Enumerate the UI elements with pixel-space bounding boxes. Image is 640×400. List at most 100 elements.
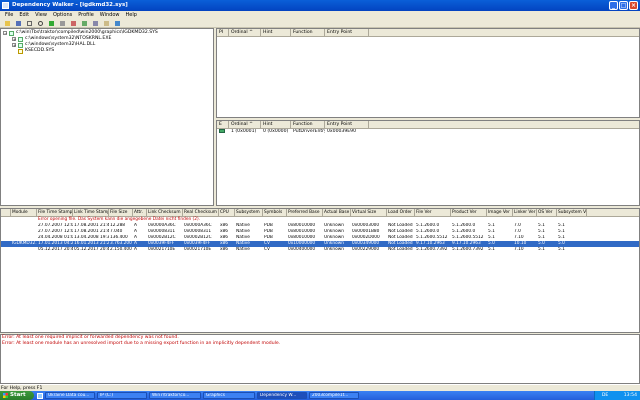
clock[interactable]: 13:54 [624, 393, 637, 398]
column-header[interactable]: Actual Base [323, 209, 351, 216]
expand-toggle-icon[interactable]: + [12, 37, 16, 42]
column-header[interactable]: PI [217, 29, 229, 36]
taskbar-button-active[interactable]: Dependency W... [257, 392, 307, 399]
module-cell: Not Loaded [388, 247, 413, 252]
column-header[interactable]: Subsystem Ver [557, 209, 587, 216]
collapse-all-button[interactable] [90, 19, 100, 28]
title-bar[interactable]: Dependency Walker - [igdkmd32.sys] _ □ × [0, 0, 640, 11]
module-icon [9, 30, 14, 36]
path-icon [59, 20, 65, 26]
taskbar-button[interactable]: 2003compile1t... [309, 392, 359, 399]
quick-launch-icon[interactable] [37, 392, 43, 399]
app-icon [2, 2, 9, 9]
column-header[interactable]: Subsystem [235, 209, 263, 216]
export-function-icon [219, 129, 225, 133]
module-cell: 5.1 [538, 247, 545, 252]
taskbar-button[interactable]: Graphics [203, 392, 255, 399]
module-cell: 0x00229000 [352, 247, 380, 252]
collapse-toggle-icon[interactable]: − [3, 31, 7, 36]
tree-icon [81, 20, 87, 26]
column-header[interactable]: File Size [109, 209, 133, 216]
play-icon [48, 20, 54, 26]
copy-icon [26, 20, 32, 26]
log-window[interactable]: Error: At least one required implicit or… [0, 334, 640, 384]
column-header[interactable]: Virtual Size [351, 209, 387, 216]
help-button[interactable] [112, 19, 122, 28]
toolbar [0, 19, 640, 28]
properties-button[interactable] [101, 19, 111, 28]
column-header[interactable]: Ordinal ^ [229, 121, 261, 128]
column-header[interactable]: Function [291, 121, 325, 128]
column-header[interactable]: Module [11, 209, 37, 216]
column-header[interactable]: Product Ver [451, 209, 487, 216]
column-header[interactable]: File Time Stamp [37, 209, 73, 216]
module-cell: CV [264, 247, 270, 252]
menu-help[interactable]: Help [123, 11, 140, 19]
taskbar-button[interactable]: IP (C:) [97, 392, 147, 399]
module-row[interactable]: 05.12.2017 20:45 05.12.2017 20:45 2.150.40… [1, 247, 639, 253]
windows-flag-icon [3, 393, 8, 398]
column-header[interactable]: Entry Point [325, 29, 369, 36]
save-button[interactable] [13, 19, 23, 28]
parent-imports-list[interactable]: PI Ordinal ^ Hint Function Entry Point [216, 28, 640, 118]
undecorate-button[interactable] [68, 19, 78, 28]
column-header[interactable]: Preferred Base [287, 209, 323, 216]
module-cell: Unknown [324, 247, 344, 252]
column-header[interactable]: Attr. [133, 209, 147, 216]
taskbar: Start Ukraine Data cou... IP (C:) Win7\t… [0, 391, 640, 400]
view-full-paths-button[interactable] [57, 19, 67, 28]
export-cell: 0x00039E90 [327, 129, 357, 134]
column-header[interactable]: E [217, 121, 229, 128]
exports-header: E Ordinal ^ Hint Function Entry Point [217, 121, 639, 129]
export-cell: PutDriverEntry [293, 129, 325, 134]
column-header[interactable]: OS Ver [537, 209, 557, 216]
collapse-icon [92, 20, 98, 26]
dependency-tree[interactable]: − c:\win\Tbs\traktor\compiled\win2000\gr… [0, 28, 214, 206]
module-cell: 05.12.2017 20:45 [38, 247, 73, 252]
copy-button[interactable] [24, 19, 34, 28]
column-header[interactable]: Hint [261, 121, 291, 128]
column-header[interactable]: Function [291, 29, 325, 36]
column-header[interactable]: Link Time Stamp [73, 209, 109, 216]
module-icon [18, 42, 23, 48]
find-button[interactable] [35, 19, 45, 28]
export-cell: 1 (0x0001) [231, 129, 257, 134]
column-header[interactable]: Image Ver [487, 209, 513, 216]
column-header[interactable]: Entry Point [325, 121, 369, 128]
disk-icon [15, 20, 21, 26]
column-header[interactable]: CPU [219, 209, 235, 216]
module-list[interactable]: Module File Time Stamp Link Time Stamp File… [0, 208, 640, 333]
module-cell: 7.10 [514, 247, 524, 252]
expand-toggle-icon[interactable]: + [12, 43, 16, 48]
maximize-button[interactable]: □ [619, 1, 628, 10]
start-button[interactable]: Start [0, 391, 34, 400]
open-button[interactable] [2, 19, 12, 28]
module-cell: 2.150.400 [110, 247, 132, 252]
column-header[interactable]: Real Checksum [183, 209, 219, 216]
tree-item-ksecdd[interactable]: KSECDD.SYS [18, 48, 54, 54]
expand-all-button[interactable] [79, 19, 89, 28]
module-cell [1, 247, 11, 253]
column-header[interactable]: Ordinal ^ [229, 29, 261, 36]
column-header[interactable] [1, 209, 11, 216]
taskbar-button[interactable]: Win7\traktor\co... [149, 392, 201, 399]
parent-imports-header: PI Ordinal ^ Hint Function Entry Point [217, 29, 639, 37]
minimize-button[interactable]: _ [609, 1, 618, 10]
column-header[interactable]: Load Order [387, 209, 415, 216]
column-header[interactable]: Hint [261, 29, 291, 36]
missing-module-icon [18, 48, 23, 54]
cpp-icon [70, 20, 76, 26]
column-header[interactable]: Link Checksum [147, 209, 183, 216]
language-indicator[interactable]: DE [602, 393, 608, 398]
profile-button[interactable] [46, 19, 56, 28]
column-header[interactable]: Linker Ver [513, 209, 537, 216]
taskbar-button[interactable]: Ukraine Data cou... [45, 392, 95, 399]
start-label: Start [10, 392, 26, 398]
exports-list[interactable]: E Ordinal ^ Hint Function Entry Point 1 … [216, 120, 640, 206]
column-header[interactable]: Symbols [263, 209, 287, 216]
column-header[interactable]: File Ver [415, 209, 451, 216]
module-cell: 0x0021710E [148, 247, 176, 252]
close-button[interactable]: × [629, 1, 638, 10]
module-cell [11, 247, 37, 253]
export-row[interactable]: 1 (0x0001) 0 (0x0000) PutDriverEntry 0x0… [217, 129, 639, 135]
